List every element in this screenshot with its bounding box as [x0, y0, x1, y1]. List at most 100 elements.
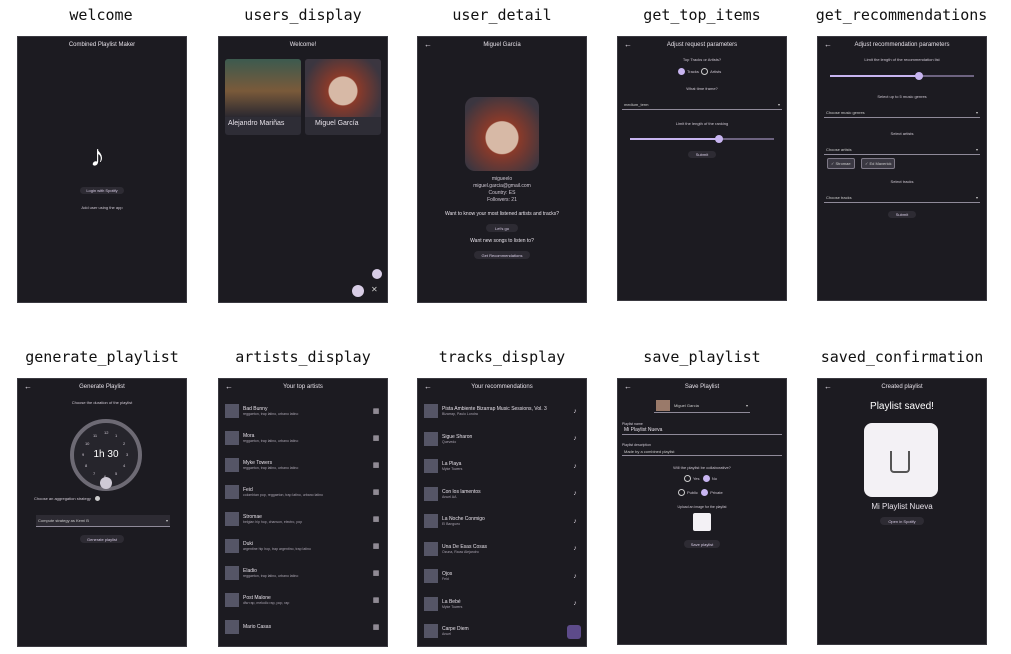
artist-text: Myke Towers reggaeton, trap latino, urban…	[243, 460, 371, 470]
chevron-down-icon: ▾	[745, 403, 748, 408]
artists-dropdown[interactable]: Choose artists ▾	[824, 145, 980, 155]
duration-dial[interactable]: 123456789101112 1h 30	[70, 419, 142, 491]
lets-go-button[interactable]: Let's go	[486, 224, 518, 232]
caption-get-top-items: get_top_items	[643, 6, 761, 24]
chevron-down-icon: ▾	[975, 195, 978, 200]
add-user-text[interactable]: Add user using the app	[18, 205, 186, 210]
artist-row[interactable]: Mario Casas ▦	[225, 617, 381, 637]
timeframe-dropdown[interactable]: medium_term ▾	[622, 100, 782, 110]
add-icon[interactable]	[352, 285, 364, 297]
strategy-dropdown[interactable]: Compute strategy as Kemi B ▾	[36, 515, 170, 527]
limit-slider[interactable]	[630, 135, 774, 143]
artist-image	[225, 593, 239, 607]
artist-row[interactable]: Bad Bunny reggaeton, trap latino, urbano …	[225, 401, 381, 421]
music-note-icon[interactable]: ♪	[570, 435, 580, 442]
artist-row[interactable]: Stromae belgian hip hop, chanson, electro…	[225, 509, 381, 529]
artist-row[interactable]: Mora reggaeton, trap latino, urbano latin…	[225, 428, 381, 448]
tracks-dropdown[interactable]: Choose tracks ▾	[824, 193, 980, 203]
artist-text: Feid colombian pop, reggaeton, trap latin…	[243, 487, 371, 497]
artist-row[interactable]: Feid colombian pop, reggaeton, trap latin…	[225, 482, 381, 502]
radio-group[interactable]: Tracks Artists	[678, 68, 721, 75]
track-row[interactable]: Sigue Sharon Quevedo ♪	[424, 429, 580, 449]
limit-slider[interactable]	[830, 72, 974, 80]
track-text: Pista Ambiente Bizarrap Music Sessions, …	[442, 406, 570, 416]
close-icon[interactable]: ✕	[371, 285, 378, 294]
open-artist-icon[interactable]: ▦	[371, 515, 381, 523]
music-note-icon[interactable]: ♪	[570, 518, 580, 525]
track-row[interactable]: Ojos Feid ♪	[424, 566, 580, 586]
fab-icon[interactable]	[372, 269, 382, 279]
artist-row[interactable]: Post Malone dfw rap, melodic rap, pop, ra…	[225, 590, 381, 610]
user-card-1[interactable]: Miguel García	[305, 59, 381, 135]
dial-knob[interactable]	[100, 477, 112, 489]
submit-button[interactable]: Submit	[688, 151, 716, 158]
artist-chip-0[interactable]: ✓ Stromae	[827, 158, 855, 169]
submit-button[interactable]: Submit	[888, 211, 916, 218]
track-row[interactable]: Carpe DiemAnuel♪	[424, 621, 580, 641]
open-artist-icon[interactable]: ▦	[371, 461, 381, 469]
email: miguel.garcia@gmail.com	[473, 183, 531, 189]
limit-slider-knob[interactable]	[715, 135, 724, 143]
music-note-icon[interactable]: ♪	[570, 573, 580, 580]
artists-label: Select artists	[890, 131, 914, 136]
artist-image	[225, 458, 239, 472]
user-selector[interactable]: Miguel García ▾	[654, 399, 750, 413]
limit-label: Limit the length of the recommendation l…	[864, 57, 940, 62]
playlist-desc-input[interactable]: Made by a combined playlist	[622, 447, 782, 456]
track-row[interactable]: Con los lamentos Anuel AA ♪	[424, 484, 580, 504]
page-title: Adjust request parameters	[666, 42, 738, 48]
save-playlist-button[interactable]: Save playlist	[684, 540, 720, 548]
track-row[interactable]: La Bebé Myke Towers ♪	[424, 594, 580, 614]
artist-row[interactable]: Eladio reggaeton, trap latino, urbano lat…	[225, 563, 381, 583]
track-row[interactable]: La Noche Conmigo El Bangueo ♪	[424, 511, 580, 531]
open-artist-icon[interactable]: ▦	[371, 596, 381, 604]
open-artist-icon[interactable]: ▦	[371, 407, 381, 415]
login-button[interactable]: Login with Spotify	[80, 187, 124, 194]
user-card-0[interactable]: Alejandro Mariñas	[225, 59, 301, 135]
followers: Followers: 21	[487, 197, 517, 203]
open-artist-icon[interactable]: ▦	[371, 569, 381, 577]
open-spotify-button[interactable]: Open in Spotify	[880, 517, 924, 525]
open-artist-icon[interactable]: ▦	[371, 434, 381, 442]
track-artist: Myke Towers	[442, 467, 463, 471]
artist-row[interactable]: Myke Towers reggaeton, trap latino, urban…	[225, 455, 381, 475]
page-title: Generate Playlist	[79, 384, 125, 390]
collab-radios[interactable]: Yes No	[684, 475, 717, 482]
music-note-icon[interactable]: ♪	[570, 600, 580, 607]
save-fab-icon[interactable]	[567, 625, 581, 639]
radio-yes[interactable]	[684, 475, 691, 482]
screen-save-playlist: ← Save Playlist Miguel García ▾ Playlist…	[617, 378, 787, 645]
open-artist-icon[interactable]: ▦	[371, 542, 381, 550]
artist-name: Mario Casas	[243, 624, 272, 630]
open-artist-icon[interactable]: ▦	[371, 488, 381, 496]
radio-private[interactable]	[701, 489, 709, 496]
track-row[interactable]: Una De Esas Cosas Ozuna, Rauw Alejandro ♪	[424, 539, 580, 559]
dial-label: 12	[104, 430, 109, 435]
generate-playlist-button[interactable]: Generate playlist	[80, 535, 124, 543]
music-note-icon[interactable]: ♪	[570, 490, 580, 497]
radio-artists[interactable]	[701, 68, 709, 75]
track-row[interactable]: La Playa Myke Towers ♪	[424, 456, 580, 476]
radio-public[interactable]	[678, 489, 685, 496]
artist-chip-1[interactable]: ✓ Ed Maverick	[861, 158, 896, 169]
track-row[interactable]: Pista Ambiente Bizarrap Music Sessions, …	[424, 401, 580, 421]
image-upload[interactable]	[693, 513, 711, 531]
genres-dropdown[interactable]: Choose music genres ▾	[824, 108, 980, 118]
music-note-icon[interactable]: ♪	[570, 463, 580, 470]
open-artist-icon[interactable]: ▦	[371, 623, 381, 631]
artist-row[interactable]: Duki argentine hip hop, trap argentino, t…	[225, 536, 381, 556]
radio-no[interactable]	[702, 475, 710, 482]
user-name: Alejandro Mariñas	[228, 120, 285, 127]
limit-slider-knob[interactable]	[915, 72, 924, 80]
visibility-radios[interactable]: Public Private	[678, 489, 723, 496]
radio-tracks[interactable]	[678, 68, 685, 75]
playlist-name-input[interactable]: Mi Playlist Nueva	[622, 426, 782, 435]
music-note-icon[interactable]: ♪	[570, 408, 580, 415]
screen-generate-playlist: ← Generate Playlist Choose the duration …	[17, 378, 187, 647]
info-icon[interactable]	[95, 496, 101, 502]
get-recommendations-button[interactable]: Get Recommendations	[474, 251, 530, 259]
caption-saved-confirmation: saved_confirmation	[820, 348, 984, 366]
track-artist: Anuel	[442, 632, 451, 636]
music-note-icon[interactable]: ♪	[570, 545, 580, 552]
page-title: Created playlist	[881, 384, 923, 390]
